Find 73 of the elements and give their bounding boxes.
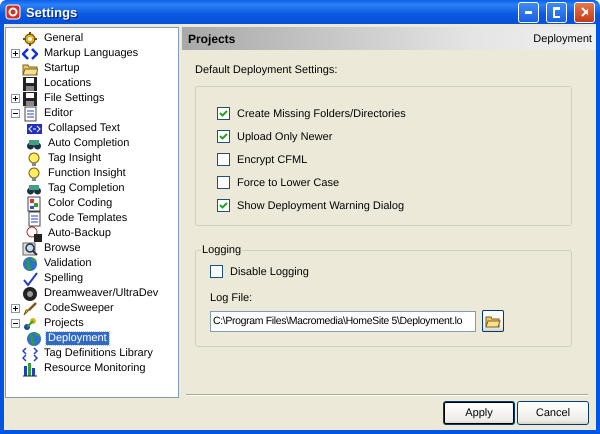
tree-item[interactable]: Tag Definitions Library xyxy=(42,347,155,360)
dialog-button[interactable]: Apply xyxy=(443,401,515,425)
checkbox[interactable] xyxy=(217,176,230,189)
light-bulb-icon xyxy=(26,166,42,182)
tag-icon xyxy=(22,346,38,362)
checkbox-label: Encrypt CFML xyxy=(237,154,308,166)
tree-item[interactable]: Deployment xyxy=(46,332,109,345)
tree-item[interactable]: Dreamweaver/UltraDev xyxy=(42,287,160,300)
expand-icon[interactable] xyxy=(10,94,20,103)
expand-icon[interactable] xyxy=(10,49,20,58)
checkbox[interactable] xyxy=(217,107,230,120)
tree-item[interactable]: File Settings xyxy=(42,92,107,105)
window-title: Settings xyxy=(26,4,78,20)
document-icon xyxy=(22,106,38,122)
tree-item[interactable]: Startup xyxy=(42,62,82,75)
tree-item[interactable]: Editor xyxy=(42,107,75,120)
gear-icon xyxy=(22,30,38,46)
field-label: Log File: xyxy=(210,292,254,304)
group-title: Logging xyxy=(201,244,242,256)
maximize-icon xyxy=(553,6,560,18)
tree-item[interactable]: Projects xyxy=(42,317,86,330)
collapse-icon[interactable] xyxy=(10,109,20,118)
dialog-button[interactable]: Cancel xyxy=(517,401,589,425)
close-button[interactable] xyxy=(574,2,595,22)
checkbox-label: Create Missing Folders/Directories xyxy=(237,108,406,120)
checkbox-label: Disable Logging xyxy=(230,266,309,278)
section-title: Projects xyxy=(188,32,236,46)
tree-item[interactable]: Color Coding xyxy=(46,197,114,210)
checkbox[interactable] xyxy=(210,265,223,278)
tree-item[interactable]: Locations xyxy=(42,77,94,90)
checkbox-label: Force to Lower Case xyxy=(237,176,340,188)
tree-item[interactable]: Resource Monitoring xyxy=(42,362,148,375)
globe-icon xyxy=(26,330,42,346)
tree-item[interactable]: CodeSweeper xyxy=(42,302,116,315)
browse-button[interactable] xyxy=(482,310,504,332)
checkbox-label: Upload Only Newer xyxy=(237,130,332,142)
tree-item[interactable]: Tag Completion xyxy=(46,182,126,195)
magnifier-icon xyxy=(22,240,38,256)
tree-item[interactable]: Collapsed Text xyxy=(46,122,122,135)
document-icon xyxy=(26,210,42,226)
tree-item[interactable]: Code Templates xyxy=(46,212,130,225)
page-title: Deployment xyxy=(533,32,592,44)
tree-item[interactable]: Spelling xyxy=(42,272,86,285)
checkbox[interactable] xyxy=(217,199,230,212)
tree-item[interactable]: Auto Completion xyxy=(46,137,132,150)
color-grid-icon xyxy=(26,196,42,212)
tree-item[interactable]: Markup Languages xyxy=(42,47,140,60)
checkbox[interactable] xyxy=(217,153,230,166)
reel-icon xyxy=(22,286,38,302)
tree-item[interactable]: Tag Insight xyxy=(46,152,104,165)
globe-icon xyxy=(22,256,38,272)
app-icon xyxy=(5,4,21,20)
tree-item[interactable]: Auto-Backup xyxy=(46,227,113,240)
tree-item[interactable]: Function Insight xyxy=(46,167,128,180)
checkbox-label: Show Deployment Warning Dialog xyxy=(237,200,404,212)
tree-item[interactable]: Validation xyxy=(42,257,94,270)
folder-icon xyxy=(485,314,501,328)
close-icon xyxy=(581,7,588,17)
checkbox[interactable] xyxy=(217,130,230,143)
chart-icon xyxy=(22,360,38,376)
log-file-field[interactable]: C:\Program Files\Macromedia\HomeSite 5\Deployment.lo xyxy=(210,310,476,332)
minimize-button[interactable] xyxy=(518,2,539,22)
tree-item[interactable]: General xyxy=(42,32,86,45)
collapse-icon[interactable] xyxy=(10,319,20,328)
minimize-icon xyxy=(525,10,532,14)
brush-icon xyxy=(22,300,38,316)
tree-item[interactable]: Browse xyxy=(42,242,83,255)
maximize-button[interactable] xyxy=(546,2,567,22)
code-icon xyxy=(22,46,38,62)
light-bulb-icon xyxy=(26,150,42,166)
group-label: Default Deployment Settings: xyxy=(195,64,338,76)
expand-icon[interactable] xyxy=(10,304,20,313)
checkmark-icon xyxy=(22,270,38,286)
